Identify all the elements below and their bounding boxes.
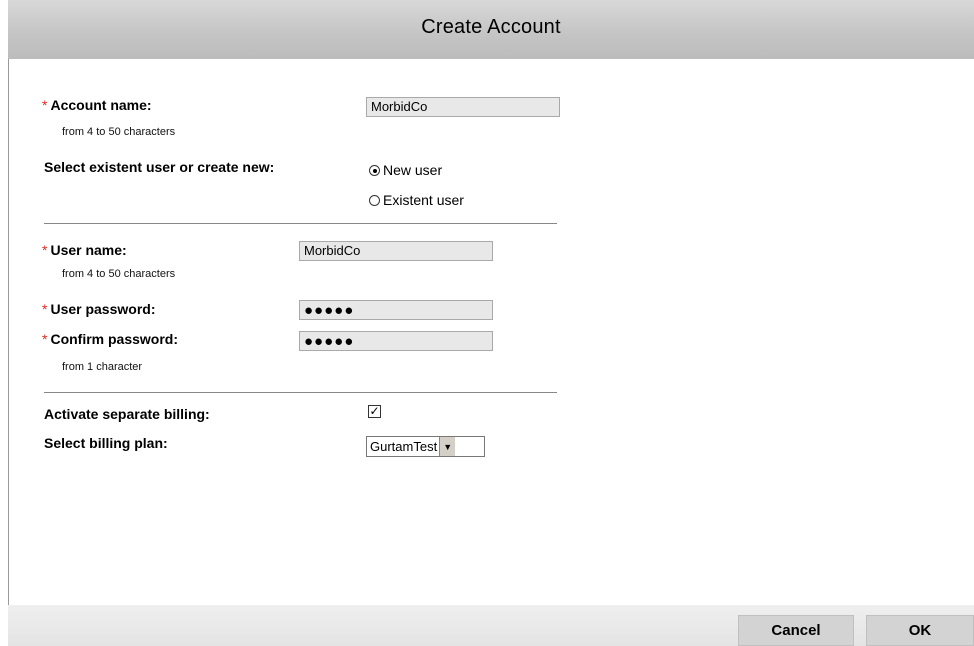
user-name-label-text: User name: (50, 242, 127, 258)
radio-new-user-label: New user (383, 162, 443, 178)
dialog-titlebar: Create Account (8, 0, 974, 59)
radio-new-user[interactable]: New user (369, 162, 442, 178)
required-mark: * (42, 331, 48, 347)
user-password-label-text: User password: (50, 301, 156, 317)
user-password-input[interactable]: ●●●●● (299, 300, 493, 320)
chevron-down-icon[interactable]: ▼ (439, 437, 456, 456)
billing-plan-value: GurtamTest (370, 439, 438, 454)
billing-plan-select[interactable]: GurtamTest ▼ (366, 436, 485, 457)
radio-unselected-icon[interactable] (369, 194, 380, 206)
radio-existent-user-label: Existent user (383, 192, 464, 208)
user-name-hint: from 4 to 50 characters (62, 268, 176, 280)
radio-existent-user[interactable]: Existent user (369, 192, 464, 208)
user-name-input[interactable]: MorbidCo (299, 241, 493, 261)
password-hint: from 1 character (62, 361, 143, 373)
user-password-label: * User password: (42, 301, 156, 317)
confirm-password-label: * Confirm password: (42, 331, 178, 347)
radio-selected-icon[interactable] (369, 164, 380, 176)
account-name-input[interactable]: MorbidCo (366, 97, 560, 117)
account-name-label: * Account name: (42, 97, 152, 113)
dialog-border (8, 59, 9, 605)
user-name-label: * User name: (42, 242, 127, 258)
separate-billing-label: Activate separate billing: (44, 406, 210, 422)
required-mark: * (42, 301, 48, 317)
required-mark: * (42, 97, 48, 113)
billing-plan-label: Select billing plan: (44, 435, 168, 451)
confirm-password-input[interactable]: ●●●●● (299, 331, 493, 351)
confirm-password-label-text: Confirm password: (50, 331, 179, 347)
dialog-title: Create Account (421, 16, 561, 38)
required-mark: * (42, 242, 48, 258)
account-name-hint: from 4 to 50 characters (62, 126, 176, 138)
divider (44, 392, 557, 393)
cancel-button[interactable]: Cancel (738, 615, 854, 646)
user-select-label: Select existent user or create new: (44, 159, 275, 175)
ok-button[interactable]: OK (866, 615, 974, 646)
divider (44, 223, 557, 224)
separate-billing-checkbox[interactable]: ✓ (368, 405, 381, 418)
account-name-label-text: Account name: (50, 97, 152, 113)
